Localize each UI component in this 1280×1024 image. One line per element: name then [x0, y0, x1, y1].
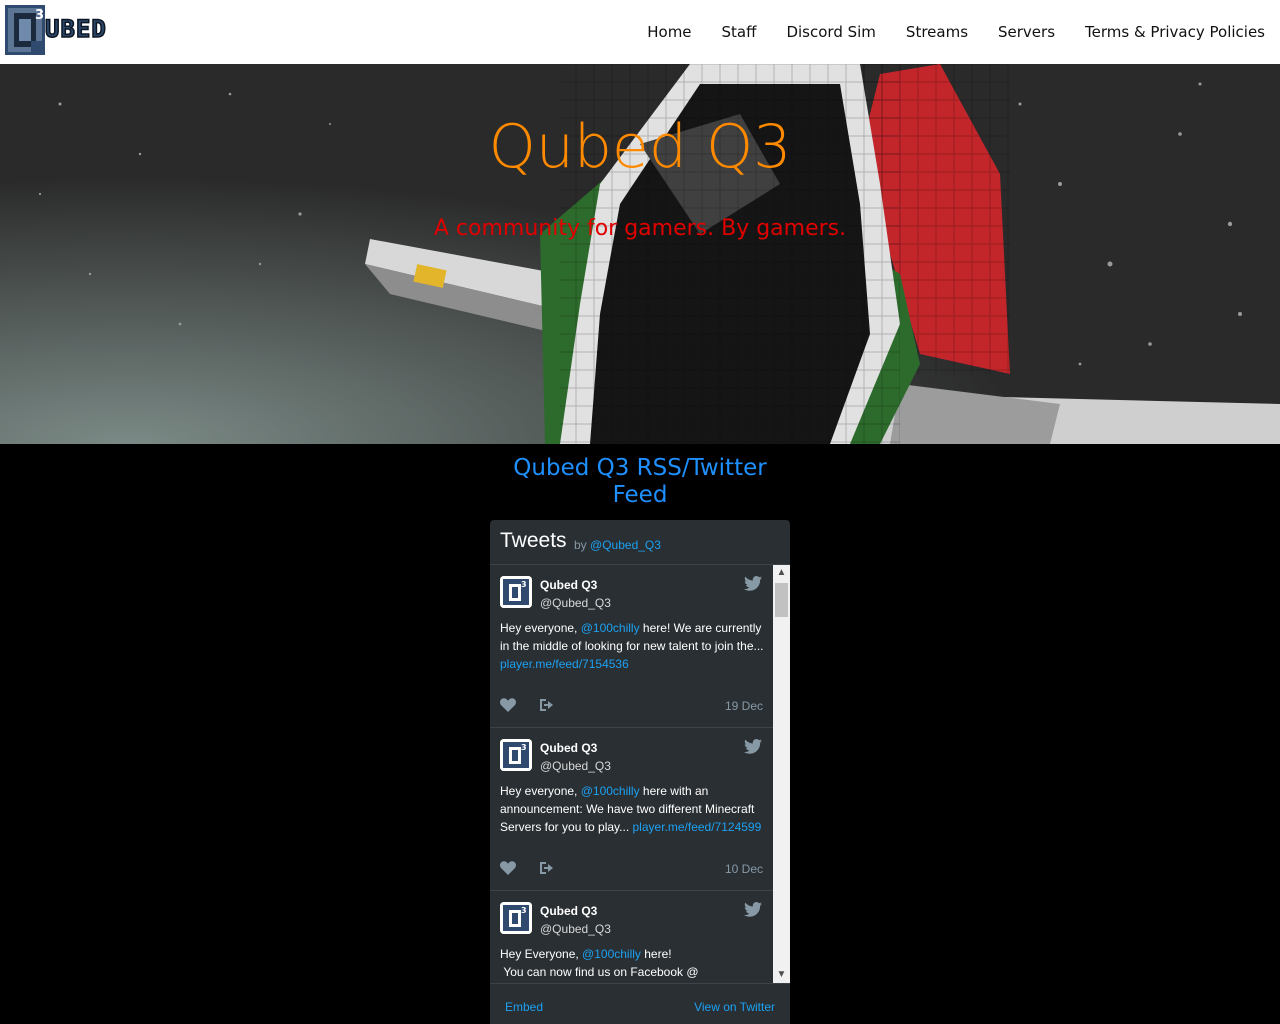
nav-servers[interactable]: Servers: [998, 23, 1055, 41]
svg-text:UBED: UBED: [45, 15, 107, 43]
tweet-author-name[interactable]: Qubed Q3: [540, 578, 597, 592]
heart-icon[interactable]: [500, 861, 516, 875]
tweet-url-link[interactable]: player.me/feed/7154536: [500, 657, 629, 671]
twitter-bird-icon[interactable]: [744, 576, 762, 591]
tweet-date[interactable]: 10 Dec: [725, 862, 763, 876]
tweet-item[interactable]: 3 Qubed Q3 @Qubed_Q3 Hey everyone, @100c…: [490, 565, 773, 728]
nav-discord-sim[interactable]: Discord Sim: [786, 23, 875, 41]
site-header: 3 UBED Home Staff Discord Sim Streams Se…: [0, 0, 1280, 64]
hero-subtitle: A community for gamers. By gamers.: [433, 216, 847, 241]
nav-streams[interactable]: Streams: [906, 23, 968, 41]
widget-author-link[interactable]: @Qubed_Q3: [590, 538, 661, 552]
svg-text:3: 3: [521, 906, 527, 915]
avatar[interactable]: 3: [500, 576, 532, 608]
tweet-item[interactable]: 3 Qubed Q3 @Qubed_Q3 Hey everyone, @100c…: [490, 728, 773, 891]
tweet-author-handle[interactable]: @Qubed_Q3: [540, 759, 611, 773]
embed-link[interactable]: Embed: [505, 1000, 543, 1014]
tweet-author-handle[interactable]: @Qubed_Q3: [540, 922, 611, 936]
scroll-up-icon[interactable]: ▲: [773, 565, 790, 581]
mention-link[interactable]: @100chilly: [581, 621, 640, 635]
tweet-list[interactable]: 3 Qubed Q3 @Qubed_Q3 Hey everyone, @100c…: [490, 565, 773, 983]
twitter-timeline-widget: Tweets by @Qubed_Q3 3 Qubed Q3 @Qubed_Q3…: [490, 520, 790, 1024]
hero-title: Qubed Q3: [488, 112, 792, 182]
tweet-author-name[interactable]: Qubed Q3: [540, 904, 597, 918]
svg-text:3: 3: [521, 580, 527, 589]
nav-home[interactable]: Home: [647, 23, 691, 41]
widget-title: Tweets: [500, 529, 567, 552]
avatar[interactable]: 3: [500, 739, 532, 771]
svg-text:3: 3: [521, 743, 527, 752]
tweet-author-handle[interactable]: @Qubed_Q3: [540, 596, 611, 610]
nav-terms-privacy[interactable]: Terms & Privacy Policies: [1085, 23, 1265, 41]
heart-icon[interactable]: [500, 698, 516, 712]
tweet-text: Hey Everyone, @100chilly here! You can n…: [500, 947, 699, 979]
avatar[interactable]: 3: [500, 902, 532, 934]
mention-link[interactable]: @100chilly: [581, 784, 640, 798]
widget-footer: Embed View on Twitter: [490, 983, 790, 1024]
view-on-twitter-link[interactable]: View on Twitter: [694, 1000, 775, 1014]
nav-staff[interactable]: Staff: [722, 23, 757, 41]
share-icon[interactable]: [539, 861, 555, 875]
tweet-item[interactable]: 3 Qubed Q3 @Qubed_Q3 Hey Everyone, @100c…: [490, 891, 773, 983]
svg-text:3: 3: [35, 8, 44, 23]
tweet-author-name[interactable]: Qubed Q3: [540, 741, 597, 755]
mention-link[interactable]: @100chilly: [582, 947, 641, 961]
scroll-down-icon[interactable]: ▼: [773, 967, 790, 983]
tweet-list-scrollbar[interactable]: ▲ ▼: [773, 565, 790, 983]
tweet-text: Hey everyone, @100chilly here! We are cu…: [500, 621, 764, 671]
tweet-url-link[interactable]: player.me/feed/7124599: [633, 820, 762, 834]
share-icon[interactable]: [539, 698, 555, 712]
tweet-text: Hey everyone, @100chilly here with an an…: [500, 784, 762, 834]
twitter-bird-icon[interactable]: [744, 739, 762, 754]
scrollbar-thumb[interactable]: [775, 583, 788, 617]
twitter-bird-icon[interactable]: [744, 902, 762, 917]
feed-heading: Qubed Q3 RSS/Twitter Feed: [513, 455, 767, 508]
main-nav: Home Staff Discord Sim Streams Servers T…: [617, 0, 1265, 64]
qubed-logo[interactable]: 3 UBED: [5, 3, 125, 58]
tweet-date[interactable]: 19 Dec: [725, 699, 763, 713]
hero-banner: Qubed Q3 A community for gamers. By game…: [0, 64, 1280, 444]
widget-header: Tweets by @Qubed_Q3: [490, 520, 790, 565]
widget-byline: by @Qubed_Q3: [574, 538, 661, 552]
